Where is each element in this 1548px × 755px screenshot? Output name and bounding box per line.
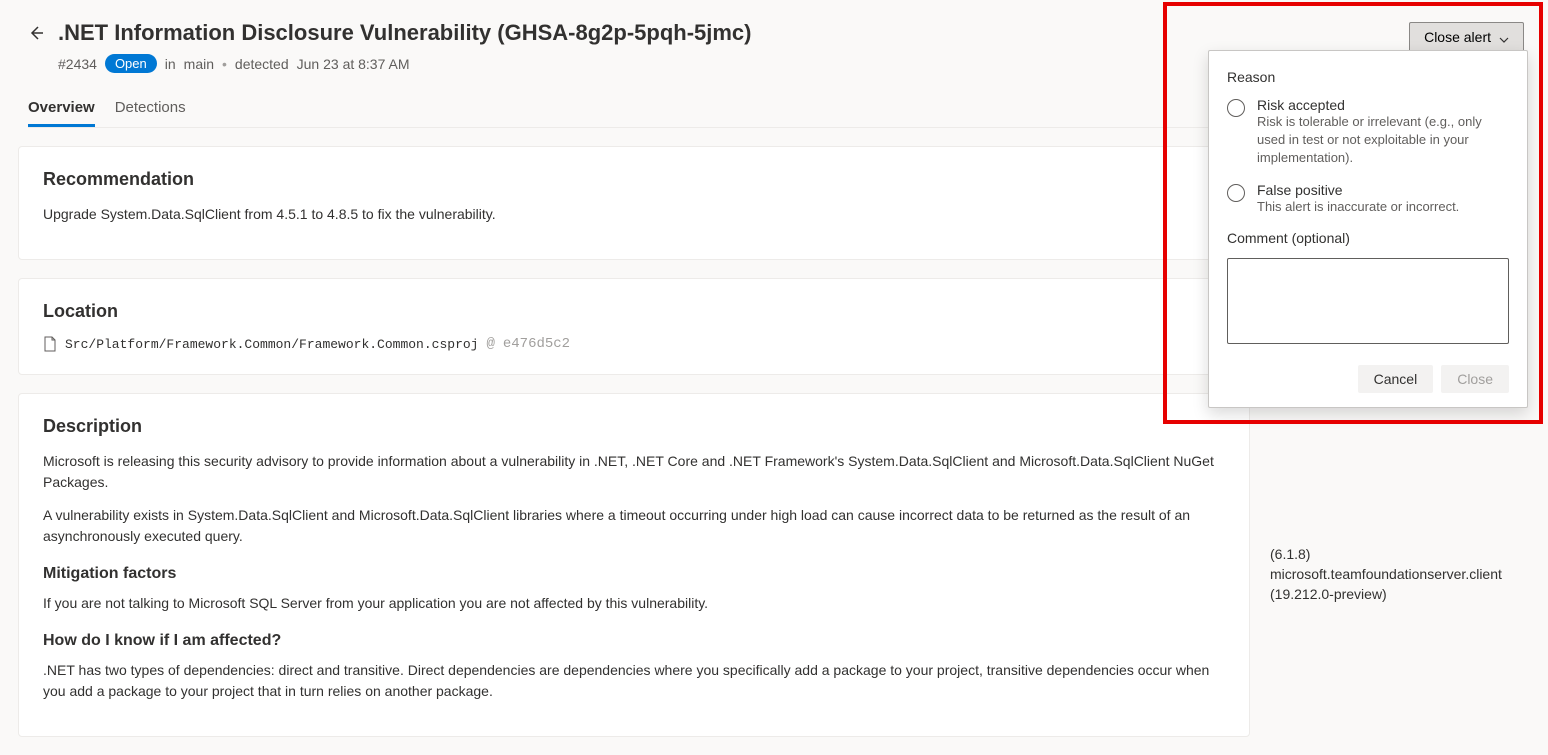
- recommendation-heading: Recommendation: [43, 169, 1225, 190]
- file-icon: [43, 336, 57, 352]
- description-card: Description Microsoft is releasing this …: [18, 393, 1250, 737]
- recommendation-text: Upgrade System.Data.SqlClient from 4.5.1…: [43, 204, 1225, 225]
- branch-name[interactable]: main: [184, 56, 214, 72]
- back-arrow-icon[interactable]: [28, 25, 44, 41]
- comment-label: Comment (optional): [1227, 230, 1509, 246]
- reason-title: Risk accepted: [1257, 97, 1509, 113]
- chevron-down-icon: [1499, 32, 1509, 42]
- reason-option-false-positive[interactable]: False positive This alert is inaccurate …: [1227, 182, 1509, 216]
- close-alert-label: Close alert: [1424, 29, 1491, 45]
- detected-label: detected: [235, 56, 289, 72]
- description-p2: A vulnerability exists in System.Data.Sq…: [43, 505, 1225, 547]
- tab-detections[interactable]: Detections: [115, 91, 186, 127]
- page-title: .NET Information Disclosure Vulnerabilit…: [58, 20, 752, 46]
- reason-label: Reason: [1227, 69, 1509, 85]
- commit-hash[interactable]: e476d5c2: [503, 336, 570, 352]
- description-p4: .NET has two types of dependencies: dire…: [43, 660, 1225, 702]
- description-p3: If you are not talking to Microsoft SQL …: [43, 593, 1225, 614]
- side-package: microsoft.teamfoundationserver.client: [1270, 566, 1530, 582]
- tab-overview[interactable]: Overview: [28, 91, 95, 127]
- comment-input[interactable]: [1227, 258, 1509, 344]
- detected-time: Jun 23 at 8:37 AM: [297, 56, 410, 72]
- radio-icon[interactable]: [1227, 184, 1245, 202]
- location-card: Location Src/Platform/Framework.Common/F…: [18, 278, 1250, 375]
- reason-option-risk-accepted[interactable]: Risk accepted Risk is tolerable or irrel…: [1227, 97, 1509, 168]
- side-version-1: (6.1.8): [1270, 546, 1530, 562]
- side-version-2: (19.212.0-preview): [1270, 586, 1530, 602]
- separator-dot: •: [222, 56, 227, 72]
- affected-heading: How do I know if I am affected?: [43, 632, 1225, 650]
- status-badge: Open: [105, 54, 157, 73]
- in-label: in: [165, 56, 176, 72]
- reason-desc: This alert is inaccurate or incorrect.: [1257, 198, 1459, 216]
- file-path[interactable]: Src/Platform/Framework.Common/Framework.…: [65, 337, 478, 352]
- location-heading: Location: [43, 301, 1225, 322]
- reason-desc: Risk is tolerable or irrelevant (e.g., o…: [1257, 113, 1509, 168]
- recommendation-card: Recommendation Upgrade System.Data.SqlCl…: [18, 146, 1250, 260]
- description-p1: Microsoft is releasing this security adv…: [43, 451, 1225, 493]
- close-alert-popup: Reason Risk accepted Risk is tolerable o…: [1208, 50, 1528, 408]
- mitigation-heading: Mitigation factors: [43, 565, 1225, 583]
- close-alert-button[interactable]: Close alert: [1409, 22, 1524, 52]
- reason-title: False positive: [1257, 182, 1459, 198]
- cancel-button[interactable]: Cancel: [1358, 365, 1434, 393]
- close-button[interactable]: Close: [1441, 365, 1509, 393]
- description-heading: Description: [43, 416, 1225, 437]
- radio-icon[interactable]: [1227, 99, 1245, 117]
- at-symbol: @: [486, 336, 494, 352]
- alert-id: #2434: [58, 56, 97, 72]
